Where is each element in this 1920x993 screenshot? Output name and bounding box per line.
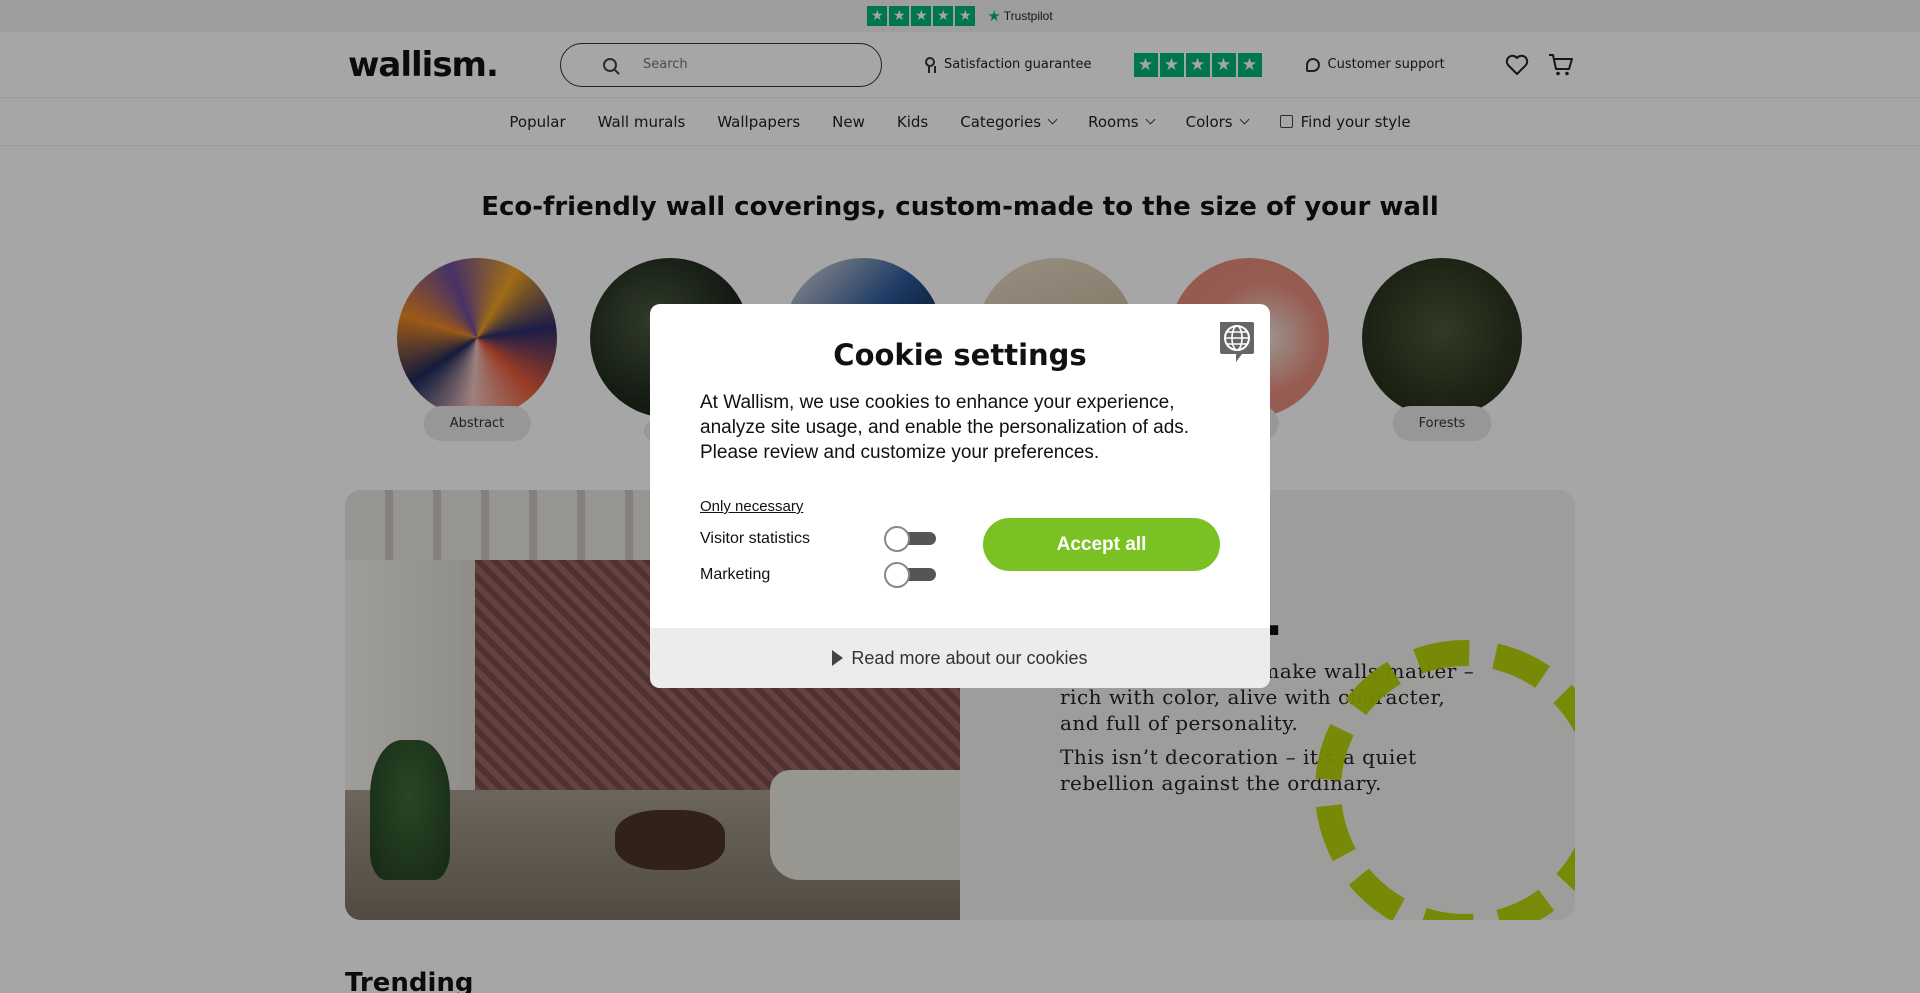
marketing-label: Marketing: [700, 566, 771, 583]
only-necessary-link[interactable]: Only necessary: [700, 498, 803, 515]
visitor-statistics-label: Visitor statistics: [700, 530, 810, 547]
cookie-dialog: Cookie settings At Wallism, we use cooki…: [650, 304, 1270, 688]
cookie-dialog-text: At Wallism, we use cookies to enhance yo…: [700, 392, 1190, 463]
language-globe-icon[interactable]: [1216, 318, 1256, 364]
accept-all-button[interactable]: Accept all: [983, 518, 1220, 571]
visitor-statistics-toggle[interactable]: [884, 526, 936, 552]
toggle-knob: [884, 526, 910, 552]
read-more-label: Read more about our cookies: [851, 647, 1088, 668]
read-more-cookies[interactable]: Read more about our cookies: [650, 628, 1270, 688]
marketing-toggle[interactable]: [884, 562, 936, 588]
cookie-dialog-title: Cookie settings: [833, 338, 1087, 372]
expand-triangle-icon: [832, 650, 844, 666]
toggle-knob: [884, 562, 910, 588]
